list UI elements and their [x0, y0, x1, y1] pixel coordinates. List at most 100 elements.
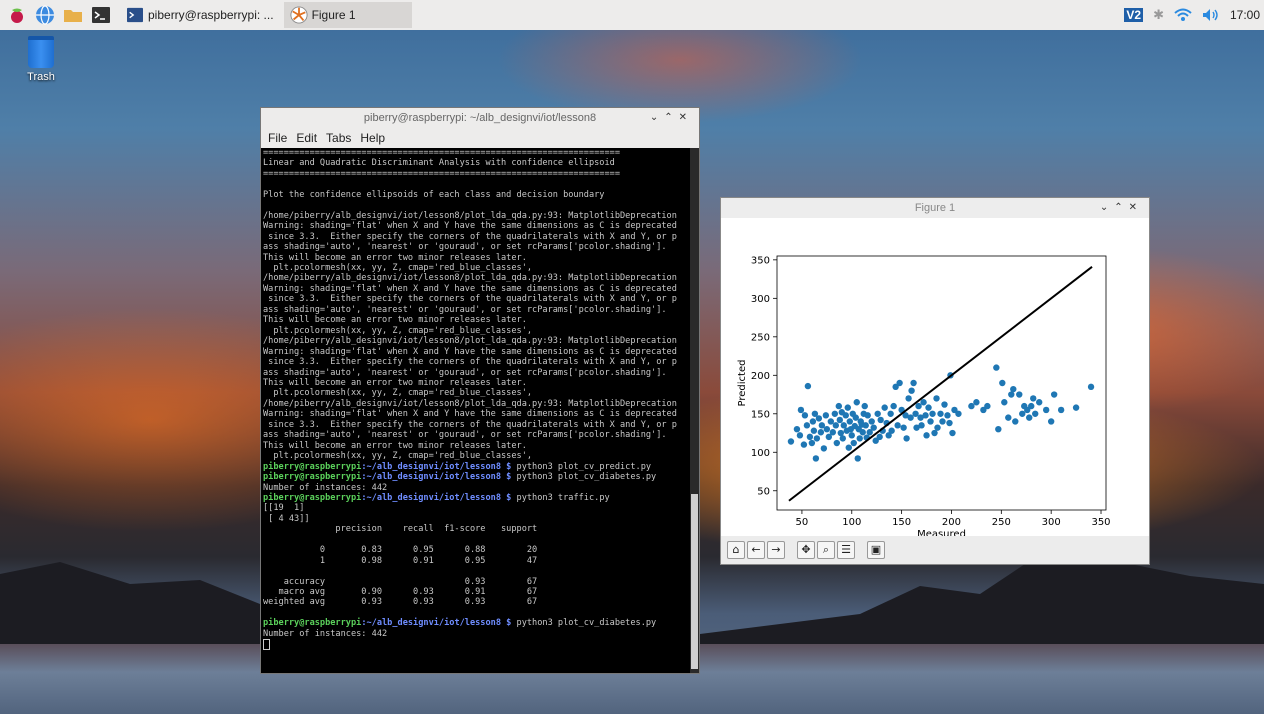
web-browser-icon[interactable]: [34, 4, 56, 26]
desktop-trash[interactable]: Trash: [22, 36, 60, 83]
data-point: [809, 418, 817, 425]
wifi-icon[interactable]: [1174, 8, 1192, 22]
maximize-icon[interactable]: ⌃: [664, 112, 678, 123]
close-icon[interactable]: ✕: [679, 112, 693, 123]
data-point: [864, 412, 871, 419]
data-point: [815, 415, 823, 422]
back-icon[interactable]: ←: [747, 541, 765, 559]
trash-icon: [28, 36, 54, 68]
data-point: [933, 395, 940, 402]
terminal-cursor: [263, 639, 270, 651]
minimize-icon[interactable]: ⌄: [1100, 202, 1114, 213]
pan-icon[interactable]: ✥: [797, 541, 815, 559]
close-icon[interactable]: ✕: [1129, 202, 1143, 213]
prompt-path: :~/alb_designvi/iot/lesson8 $: [361, 472, 512, 483]
terminal-line: Number of instances: 442: [263, 482, 388, 493]
prompt-user: piberry@raspberrypi: [263, 492, 362, 503]
data-point: [844, 404, 851, 411]
data-point: [803, 422, 811, 429]
maximize-icon[interactable]: ⌃: [1114, 202, 1128, 213]
menu-tabs[interactable]: Tabs: [326, 131, 351, 145]
terminal-line: since 3.3. Either specify the corners of…: [263, 294, 677, 305]
terminal-launcher-icon[interactable]: [90, 4, 112, 26]
terminal-titlebar[interactable]: piberry@raspberrypi: ~/alb_designvi/iot/…: [261, 108, 699, 128]
terminal-scrollbar[interactable]: [690, 148, 699, 673]
vnc-icon[interactable]: V2: [1124, 8, 1144, 22]
data-point: [804, 382, 812, 390]
trash-label: Trash: [27, 71, 55, 83]
figure-title: Figure 1: [914, 202, 956, 214]
terminal-line: since 3.3. Either specify the corners of…: [263, 419, 677, 430]
data-point: [896, 379, 903, 387]
data-point: [1005, 414, 1012, 421]
data-point: [984, 402, 991, 410]
command-text: python3 plot_cv_diabetes.py: [511, 472, 657, 483]
terminal-line: ass shading='auto', 'nearest' or 'gourau…: [263, 430, 667, 441]
figure-titlebar[interactable]: Figure 1 ⌄⌃✕: [721, 198, 1149, 218]
configure-icon[interactable]: ☰: [837, 541, 855, 559]
terminal-line: since 3.3. Either specify the corners of…: [263, 357, 677, 368]
raspberry-menu-icon[interactable]: [6, 4, 28, 26]
terminal-output[interactable]: ========================================…: [261, 148, 691, 673]
terminal-line: Warning: shading='flat' when X and Y hav…: [263, 346, 677, 357]
scatter-chart[interactable]: 50 100 150 200 250 300 350 50 100 150 200 250 300 350…: [721, 218, 1149, 536]
x-tick-label: 300: [1042, 517, 1061, 528]
data-point: [812, 455, 820, 462]
data-point: [823, 425, 831, 433]
data-point: [810, 427, 818, 434]
scrollbar-thumb[interactable]: [691, 494, 698, 669]
y-tick-label: 100: [751, 448, 770, 459]
data-point: [793, 425, 801, 433]
data-point: [939, 418, 946, 425]
command-text: python3 plot_cv_diabetes.py: [511, 618, 657, 629]
file-manager-icon[interactable]: [62, 4, 84, 26]
terminal-line: Warning: shading='flat' when X and Y hav…: [263, 409, 677, 420]
figure-window: Figure 1 ⌄⌃✕ 50 100 150 200 250 300 350 50 100 15…: [720, 197, 1150, 565]
menu-edit[interactable]: Edit: [296, 131, 317, 145]
data-point: [993, 364, 1000, 371]
data-point: [944, 412, 951, 419]
volume-icon[interactable]: [1202, 8, 1220, 22]
menu-file[interactable]: File: [268, 131, 287, 145]
clock[interactable]: 17:00: [1230, 8, 1260, 22]
taskbar-task-figure[interactable]: Figure 1: [283, 2, 412, 28]
taskbar-task-terminal[interactable]: piberry@raspberrypi: ...: [120, 2, 280, 28]
y-tick-label: 350: [751, 255, 770, 266]
terminal-line: piberry@raspberrypi:~/alb_designvi/iot/l…: [263, 493, 691, 503]
terminal-line: Number of instances: 442: [263, 628, 388, 639]
terminal-line: ass shading='auto', 'nearest' or 'gourau…: [263, 242, 667, 253]
data-point: [922, 412, 929, 419]
home-icon[interactable]: ⌂: [727, 541, 745, 559]
data-point: [822, 412, 830, 419]
save-icon[interactable]: ▣: [867, 541, 885, 559]
zoom-icon[interactable]: ⌕: [817, 541, 835, 559]
data-point: [931, 429, 938, 437]
y-tick-label: 50: [757, 486, 770, 497]
data-point: [1036, 399, 1043, 406]
data-point: [829, 429, 837, 436]
terminal-line: [[19 1]: [263, 503, 305, 514]
data-point: [806, 433, 814, 441]
data-point: [999, 379, 1006, 387]
terminal-line: ========================================…: [263, 148, 620, 158]
data-point: [813, 435, 821, 442]
terminal-line: Plot the confidence ellipsoids of each c…: [263, 189, 605, 200]
data-point: [1030, 395, 1037, 402]
data-point: [903, 435, 910, 442]
menu-help[interactable]: Help: [360, 131, 385, 145]
data-point: [846, 418, 853, 425]
minimize-icon[interactable]: ⌄: [650, 112, 664, 123]
terminal-line: accuracy 0.93 67: [263, 576, 538, 587]
data-point: [894, 422, 901, 429]
terminal-line: ass shading='auto', 'nearest' or 'gourau…: [263, 367, 667, 378]
terminal-line: This will become an error two minor rele…: [263, 315, 527, 326]
bluetooth-icon[interactable]: ✱: [1153, 7, 1164, 23]
terminal-line: Linear and Quadratic Discriminant Analys…: [263, 158, 615, 169]
taskbar-task-label: piberry@raspberrypi: ...: [148, 8, 274, 22]
data-point: [856, 435, 863, 442]
forward-icon[interactable]: →: [767, 541, 785, 559]
